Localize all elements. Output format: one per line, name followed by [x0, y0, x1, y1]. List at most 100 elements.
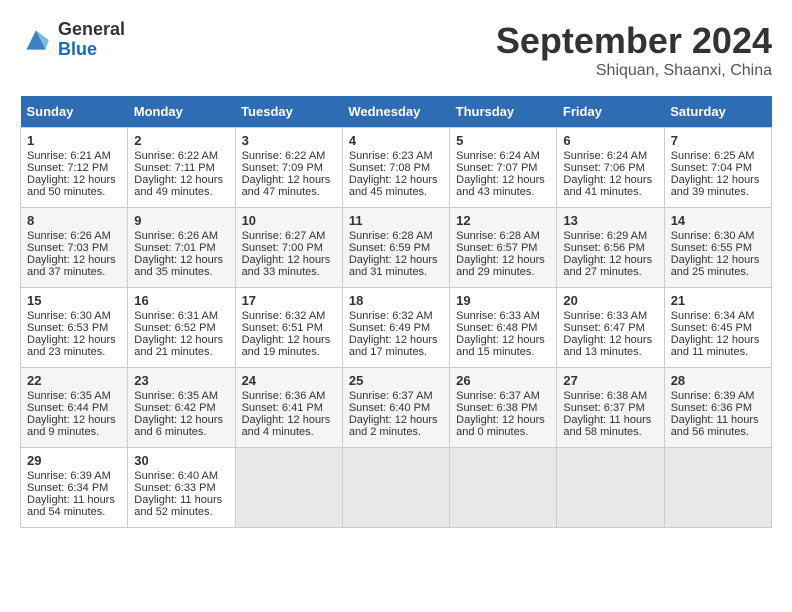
calendar-week-2: 15Sunrise: 6:30 AMSunset: 6:53 PMDayligh… — [21, 288, 772, 368]
day-number: 21 — [671, 293, 765, 308]
daylight-text: Daylight: 12 hours and 43 minutes. — [456, 174, 545, 198]
day-number: 29 — [27, 453, 121, 468]
sunrise-text: Sunrise: 6:32 AM — [349, 310, 433, 322]
calendar-cell: 24 Sunrise: 6:36 AMSunset: 6:41 PMDayligh… — [235, 368, 342, 448]
calendar-cell: 2Sunrise: 6:22 AMSunset: 7:11 PMDaylight… — [128, 128, 235, 208]
sunset-text: Sunset: 6:55 PM — [671, 242, 752, 254]
header-wednesday: Wednesday — [342, 96, 449, 128]
daylight-text: Daylight: 11 hours and 52 minutes. — [134, 494, 222, 518]
daylight-text: Daylight: 12 hours and 15 minutes. — [456, 334, 545, 358]
header-monday: Monday — [128, 96, 235, 128]
calendar-body: 1Sunrise: 6:21 AMSunset: 7:12 PMDaylight… — [21, 128, 772, 528]
calendar-cell: 16Sunrise: 6:31 AMSunset: 6:52 PMDayligh… — [128, 288, 235, 368]
calendar-cell: 17Sunrise: 6:32 AMSunset: 6:51 PMDayligh… — [235, 288, 342, 368]
logo-general: General — [58, 20, 125, 40]
calendar-cell — [664, 448, 771, 528]
calendar-cell: 5Sunrise: 6:24 AMSunset: 7:07 PMDaylight… — [450, 128, 557, 208]
calendar-cell: 4Sunrise: 6:23 AMSunset: 7:08 PMDaylight… — [342, 128, 449, 208]
sunrise-text: Sunrise: 6:28 AM — [349, 230, 433, 242]
sunset-text: Sunset: 6:53 PM — [27, 322, 108, 334]
sunrise-text: Sunrise: 6:28 AM — [456, 230, 540, 242]
sunrise-text: Sunrise: 6:35 AM — [27, 390, 111, 402]
day-number: 24 — [242, 373, 336, 388]
sunset-text: Sunset: 6:51 PM — [242, 322, 323, 334]
sunrise-text: Sunrise: 6:37 AM — [349, 390, 433, 402]
daylight-text: Daylight: 12 hours and 49 minutes. — [134, 174, 223, 198]
calendar-cell — [235, 448, 342, 528]
daylight-text: Daylight: 12 hours and 19 minutes. — [242, 334, 331, 358]
daylight-text: Daylight: 12 hours and 50 minutes. — [27, 174, 116, 198]
calendar-cell: 6Sunrise: 6:24 AMSunset: 7:06 PMDaylight… — [557, 128, 664, 208]
daylight-text: Daylight: 12 hours and 47 minutes. — [242, 174, 331, 198]
calendar-cell — [342, 448, 449, 528]
calendar-week-3: 22Sunrise: 6:35 AMSunset: 6:44 PMDayligh… — [21, 368, 772, 448]
day-number: 1 — [27, 133, 121, 148]
calendar-table: SundayMondayTuesdayWednesdayThursdayFrid… — [20, 96, 772, 528]
sunrise-text: Sunrise: 6:35 AM — [134, 390, 218, 402]
calendar-cell: 8Sunrise: 6:26 AMSunset: 7:03 PMDaylight… — [21, 208, 128, 288]
calendar-cell: 12Sunrise: 6:28 AMSunset: 6:57 PMDayligh… — [450, 208, 557, 288]
calendar-cell: 23Sunrise: 6:35 AMSunset: 6:42 PMDayligh… — [128, 368, 235, 448]
header-row: SundayMondayTuesdayWednesdayThursdayFrid… — [21, 96, 772, 128]
sunrise-text: Sunrise: 6:27 AM — [242, 230, 326, 242]
header-saturday: Saturday — [664, 96, 771, 128]
sunset-text: Sunset: 6:49 PM — [349, 322, 430, 334]
calendar-cell: 14Sunrise: 6:30 AMSunset: 6:55 PMDayligh… — [664, 208, 771, 288]
day-number: 16 — [134, 293, 228, 308]
daylight-text: Daylight: 12 hours and 4 minutes. — [242, 414, 331, 438]
sunset-text: Sunset: 6:56 PM — [563, 242, 644, 254]
sunrise-text: Sunrise: 6:33 AM — [563, 310, 647, 322]
day-number: 9 — [134, 213, 228, 228]
sunset-text: Sunset: 7:12 PM — [27, 162, 108, 174]
logo-icon — [20, 24, 52, 56]
calendar-cell: 27Sunrise: 6:38 AMSunset: 6:37 PMDayligh… — [557, 368, 664, 448]
day-number: 28 — [671, 373, 765, 388]
sunset-text: Sunset: 6:44 PM — [27, 402, 108, 414]
sunrise-text: Sunrise: 6:39 AM — [27, 470, 111, 482]
sunset-text: Sunset: 6:36 PM — [671, 402, 752, 414]
sunset-text: Sunset: 6:47 PM — [563, 322, 644, 334]
calendar-cell: 29Sunrise: 6:39 AMSunset: 6:34 PMDayligh… — [21, 448, 128, 528]
day-number: 19 — [456, 293, 550, 308]
sunset-text: Sunset: 6:38 PM — [456, 402, 537, 414]
calendar-cell: 25Sunrise: 6:37 AMSunset: 6:40 PMDayligh… — [342, 368, 449, 448]
day-number: 4 — [349, 133, 443, 148]
calendar-cell: 7Sunrise: 6:25 AMSunset: 7:04 PMDaylight… — [664, 128, 771, 208]
day-number: 7 — [671, 133, 765, 148]
calendar-cell — [557, 448, 664, 528]
day-number: 12 — [456, 213, 550, 228]
day-number: 26 — [456, 373, 550, 388]
calendar-cell: 19Sunrise: 6:33 AMSunset: 6:48 PMDayligh… — [450, 288, 557, 368]
calendar-cell: 26Sunrise: 6:37 AMSunset: 6:38 PMDayligh… — [450, 368, 557, 448]
logo-blue: Blue — [58, 40, 125, 60]
sunset-text: Sunset: 7:06 PM — [563, 162, 644, 174]
daylight-text: Daylight: 11 hours and 58 minutes. — [563, 414, 651, 438]
sunrise-text: Sunrise: 6:24 AM — [563, 150, 647, 162]
day-number: 23 — [134, 373, 228, 388]
calendar-cell: 28Sunrise: 6:39 AMSunset: 6:36 PMDayligh… — [664, 368, 771, 448]
sunrise-text: Sunrise: 6:36 AM — [242, 390, 326, 402]
day-number: 20 — [563, 293, 657, 308]
sunset-text: Sunset: 6:59 PM — [349, 242, 430, 254]
day-number: 3 — [242, 133, 336, 148]
daylight-text: Daylight: 12 hours and 11 minutes. — [671, 334, 760, 358]
logo-text: General Blue — [58, 20, 125, 60]
header-sunday: Sunday — [21, 96, 128, 128]
daylight-text: Daylight: 12 hours and 29 minutes. — [456, 254, 545, 278]
sunset-text: Sunset: 6:41 PM — [242, 402, 323, 414]
calendar-week-0: 1Sunrise: 6:21 AMSunset: 7:12 PMDaylight… — [21, 128, 772, 208]
sunrise-text: Sunrise: 6:32 AM — [242, 310, 326, 322]
calendar-cell: 20Sunrise: 6:33 AMSunset: 6:47 PMDayligh… — [557, 288, 664, 368]
sunrise-text: Sunrise: 6:23 AM — [349, 150, 433, 162]
calendar-week-1: 8Sunrise: 6:26 AMSunset: 7:03 PMDaylight… — [21, 208, 772, 288]
day-number: 2 — [134, 133, 228, 148]
sunset-text: Sunset: 7:07 PM — [456, 162, 537, 174]
calendar-header: SundayMondayTuesdayWednesdayThursdayFrid… — [21, 96, 772, 128]
sunset-text: Sunset: 6:33 PM — [134, 482, 215, 494]
header-friday: Friday — [557, 96, 664, 128]
sunrise-text: Sunrise: 6:40 AM — [134, 470, 218, 482]
day-number: 8 — [27, 213, 121, 228]
sunset-text: Sunset: 7:01 PM — [134, 242, 215, 254]
day-number: 27 — [563, 373, 657, 388]
calendar-cell: 30Sunrise: 6:40 AMSunset: 6:33 PMDayligh… — [128, 448, 235, 528]
